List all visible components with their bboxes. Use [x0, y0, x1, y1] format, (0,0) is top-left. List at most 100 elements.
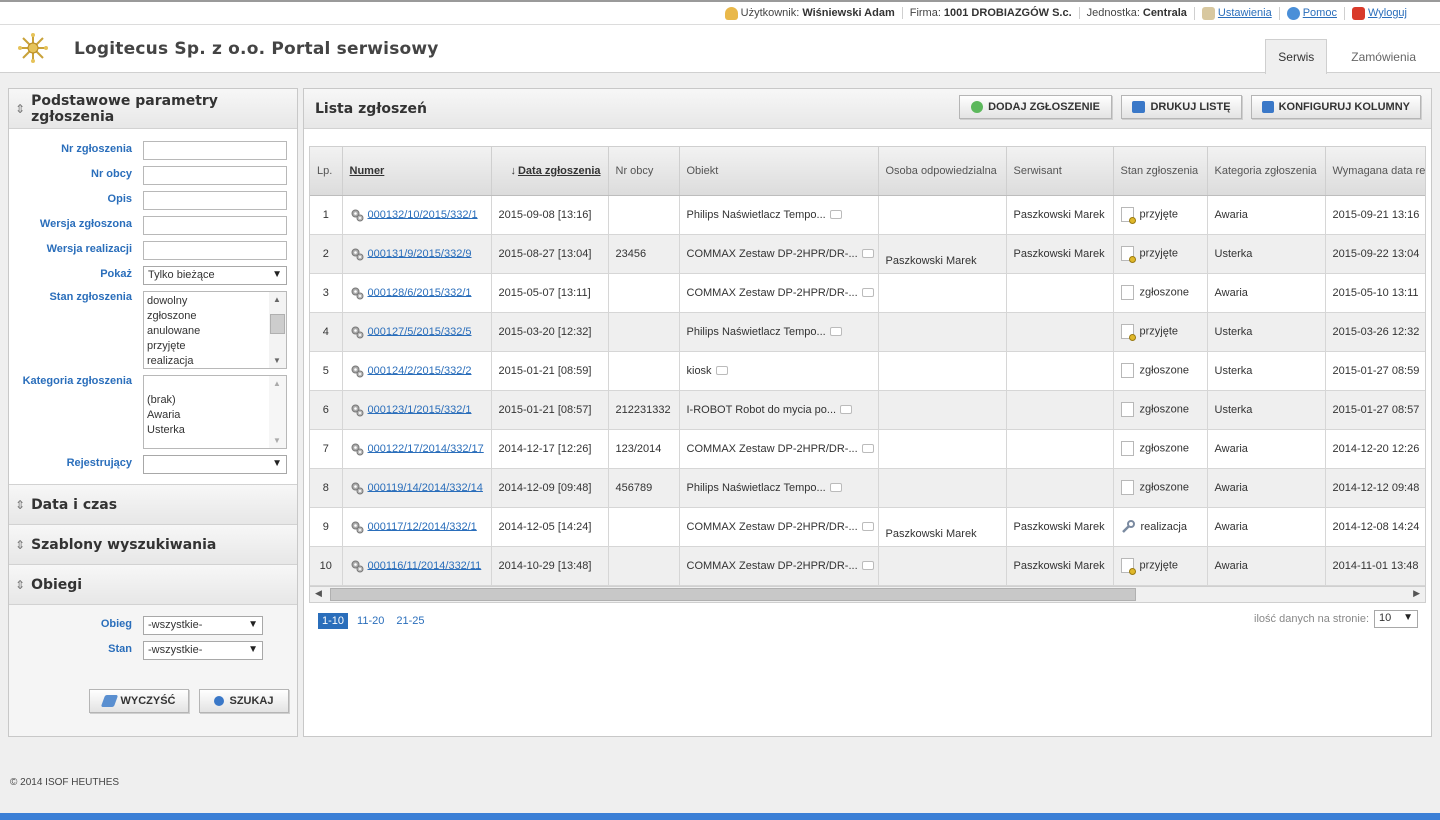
- listbox-scrollbar[interactable]: ▲ ▼: [269, 376, 286, 448]
- ticket-table-container[interactable]: Lp. Numer ↓ Data zgłoszenia Nr obcy Obiek…: [309, 146, 1426, 602]
- obieg-select[interactable]: -wszystkie- ▼: [143, 616, 263, 635]
- page-link[interactable]: 11-20: [354, 613, 387, 629]
- table-row[interactable]: 4 000127/5/2015/332/5 2015-03-20 [12:32] Ph…: [310, 312, 1425, 352]
- ticket-number-link[interactable]: 000132/10/2015/332/1: [368, 208, 478, 220]
- section-data-i-czas[interactable]: ⇕ Data i czas: [9, 485, 297, 525]
- logout-link[interactable]: Wyloguj: [1368, 7, 1407, 19]
- comment-icon[interactable]: [715, 366, 728, 376]
- footer-copyright: © 2014 ISOF HEUTHES: [10, 777, 120, 788]
- page-link-current[interactable]: 1-10: [318, 613, 349, 629]
- scroll-down-icon[interactable]: ▼: [273, 356, 281, 365]
- table-row[interactable]: 2 000131/9/2015/332/9 2015-08-27 [13:04] 23…: [310, 234, 1425, 274]
- comment-icon[interactable]: [829, 327, 842, 337]
- comment-icon[interactable]: [829, 483, 842, 493]
- column-header-data[interactable]: ↓ Data zgłoszenia: [491, 147, 609, 196]
- nr-obcy-input[interactable]: [143, 166, 287, 185]
- cell-stan: przyjęte: [1113, 546, 1208, 586]
- ticket-number-link[interactable]: 000131/9/2015/332/9: [368, 247, 472, 259]
- comment-icon[interactable]: [829, 210, 842, 220]
- cell-obiekt: COMMAX Zestaw DP-2HPR/DR-...: [679, 273, 879, 313]
- per-page-select[interactable]: 10 ▼: [1374, 610, 1418, 628]
- list-option[interactable]: przyjęte: [144, 339, 286, 354]
- kategoria-listbox[interactable]: (brak) Awaria Usterka ▲ ▼: [143, 375, 287, 449]
- scroll-left-icon[interactable]: ◀: [315, 588, 322, 599]
- ticket-number-link[interactable]: 000127/5/2015/332/5: [368, 325, 472, 337]
- column-header-numer[interactable]: Numer: [342, 147, 492, 196]
- list-option[interactable]: [144, 378, 286, 393]
- wersja-zgloszona-input[interactable]: [143, 216, 287, 235]
- cell-serwisant: Paszkowski Marek: [1006, 195, 1114, 235]
- scroll-up-icon[interactable]: ▲: [273, 379, 281, 388]
- comment-icon[interactable]: [840, 405, 853, 415]
- nr-zgloszenia-input[interactable]: [143, 141, 287, 160]
- list-option[interactable]: anulowane: [144, 324, 286, 339]
- list-option[interactable]: (brak): [144, 393, 286, 408]
- ticket-list-header: Lista zgłoszeń DODAJ ZGŁOSZENIE DRUKUJ L…: [304, 89, 1431, 129]
- horizontal-scrollbar[interactable]: ◀ ▶: [309, 586, 1426, 603]
- table-row[interactable]: 9 000117/12/2014/332/1 2014-12-05 [14:24] C…: [310, 507, 1425, 547]
- comment-icon[interactable]: [861, 288, 874, 298]
- scroll-down-icon[interactable]: ▼: [273, 436, 281, 445]
- scrollbar-thumb[interactable]: [270, 314, 285, 334]
- tab-zamowienia[interactable]: Zamówienia: [1327, 39, 1440, 74]
- tab-serwis[interactable]: Serwis: [1265, 39, 1328, 74]
- cell-serwisant: [1006, 273, 1114, 313]
- cell-osoba: [878, 468, 1007, 508]
- ticket-number-link[interactable]: 000123/1/2015/332/1: [368, 403, 472, 415]
- comment-icon[interactable]: [861, 522, 874, 532]
- table-row[interactable]: 3 000128/6/2015/332/1 2015-05-07 [13:11] CO…: [310, 273, 1425, 313]
- column-header-wymagana-data: Wymagana data realizacji: [1325, 147, 1425, 196]
- help-link-wrap[interactable]: Pomoc: [1278, 6, 1344, 20]
- ticket-number-link[interactable]: 000122/17/2014/332/17: [368, 442, 484, 454]
- obieg-stan-select[interactable]: -wszystkie- ▼: [143, 641, 263, 660]
- scroll-up-icon[interactable]: ▲: [273, 295, 281, 304]
- ticket-number-link[interactable]: 000117/12/2014/332/1: [368, 520, 477, 532]
- cell-stan: zgłoszone: [1113, 429, 1208, 469]
- scrollbar-thumb[interactable]: [330, 588, 1136, 601]
- table-row[interactable]: 6 000123/1/2015/332/1 2015-01-21 [08:57] 21…: [310, 390, 1425, 430]
- comment-icon[interactable]: [861, 444, 874, 454]
- table-row[interactable]: 1 000132/10/2015/332/1 2015-09-08 [13:16] P…: [310, 195, 1425, 235]
- search-button[interactable]: SZUKAJ: [199, 689, 289, 713]
- comment-icon[interactable]: [861, 249, 874, 259]
- section-szablony[interactable]: ⇕ Szablony wyszukiwania: [9, 525, 297, 565]
- print-list-button[interactable]: DRUKUJ LISTĘ: [1121, 95, 1242, 119]
- label-pokaz: Pokaż: [100, 268, 132, 280]
- add-ticket-button[interactable]: DODAJ ZGŁOSZENIE: [959, 95, 1112, 119]
- list-option[interactable]: realizacja: [144, 354, 286, 368]
- cell-lp: 2: [310, 234, 343, 274]
- scroll-right-icon[interactable]: ▶: [1413, 588, 1420, 599]
- pokaz-select[interactable]: Tylko bieżące ▼: [143, 266, 287, 285]
- cell-osoba: [878, 273, 1007, 313]
- cell-wymagana-data: 2015-09-21 13:16: [1325, 195, 1425, 235]
- ticket-number-link[interactable]: 000128/6/2015/332/1: [368, 286, 472, 298]
- table-row[interactable]: 8 000119/14/2014/332/14 2014-12-09 [09:48]…: [310, 468, 1425, 508]
- rejestrujacy-select[interactable]: ▼: [143, 455, 287, 474]
- list-option[interactable]: Usterka: [144, 423, 286, 438]
- clear-button[interactable]: WYCZYŚĆ: [89, 689, 189, 713]
- section-basic-params-header[interactable]: ⇕ Podstawowe parametry zgłoszenia: [9, 89, 297, 129]
- section-obiegi[interactable]: ⇕ Obiegi: [9, 565, 297, 605]
- table-row[interactable]: 5 000124/2/2015/332/2 2015-01-21 [08:59] ki…: [310, 351, 1425, 391]
- logout-link-wrap[interactable]: Wyloguj: [1343, 6, 1414, 20]
- help-link[interactable]: Pomoc: [1303, 7, 1337, 19]
- ticket-number-link[interactable]: 000119/14/2014/332/14: [368, 481, 483, 493]
- list-option[interactable]: zgłoszone: [144, 309, 286, 324]
- table-row[interactable]: 7 000122/17/2014/332/17 2014-12-17 [12:26]…: [310, 429, 1425, 469]
- list-option[interactable]: dowolny: [144, 294, 286, 309]
- service-gear-icon: [351, 326, 363, 338]
- opis-input[interactable]: [143, 191, 287, 210]
- comment-icon[interactable]: [861, 561, 874, 571]
- settings-link[interactable]: Ustawienia: [1218, 7, 1272, 19]
- ticket-number-link[interactable]: 000124/2/2015/332/2: [368, 364, 472, 376]
- configure-columns-button[interactable]: KONFIGURUJ KOLUMNY: [1251, 95, 1421, 119]
- listbox-scrollbar[interactable]: ▲ ▼: [269, 292, 286, 368]
- cell-data: 2014-10-29 [13:48]: [491, 546, 609, 586]
- ticket-number-link[interactable]: 000116/11/2014/332/11: [368, 559, 482, 571]
- wersja-realizacji-input[interactable]: [143, 241, 287, 260]
- list-option[interactable]: Awaria: [144, 408, 286, 423]
- page-link[interactable]: 21-25: [393, 613, 427, 629]
- settings-link-wrap[interactable]: Ustawienia: [1193, 6, 1279, 20]
- stan-zgloszenia-listbox[interactable]: dowolny zgłoszone anulowane przyjęte rea…: [143, 291, 287, 369]
- table-row[interactable]: 10 000116/11/2014/332/11 2014-10-29 [13:48…: [310, 546, 1425, 586]
